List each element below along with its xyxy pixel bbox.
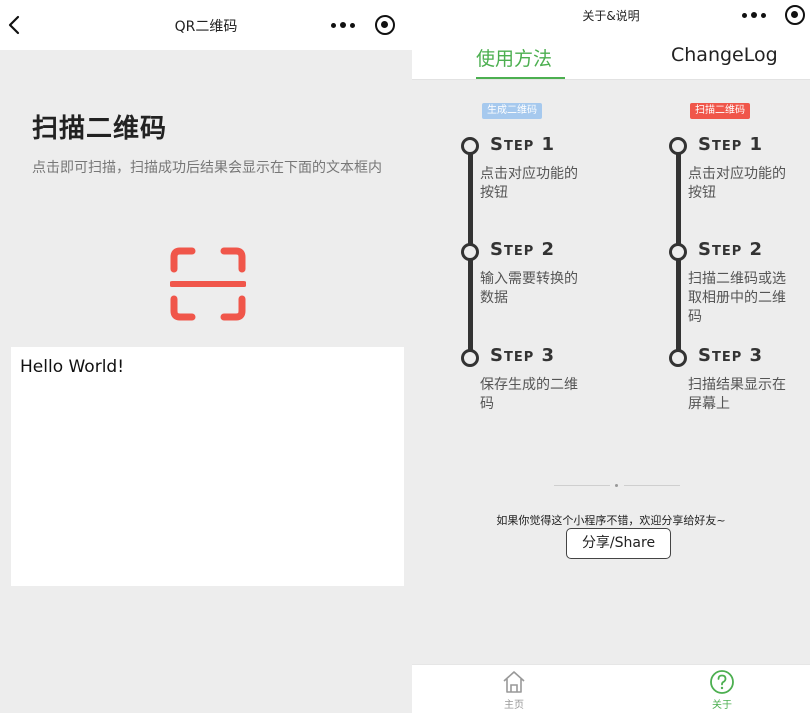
step-dot [669,137,687,155]
home-icon [503,671,525,693]
step-2-text: 输入需要转换的数据 [480,271,578,306]
step-dot [461,349,479,367]
divider-dot [615,484,618,487]
step-1-title: Step 1 [698,134,764,155]
step-3-title: Step 3 [490,345,556,366]
step-1-text: 点击对应功能的按钮 [688,166,786,201]
scan-result-text: Hello World! [20,357,125,377]
navigation-bar: 关于&说明 [412,0,810,34]
step-1-text: 点击对应功能的按钮 [480,166,578,201]
help-icon [710,670,734,694]
step-2-title: Step 2 [490,239,556,260]
scan-qr-badge: 扫描二维码 [690,103,750,119]
close-miniprogram-icon[interactable] [375,15,395,35]
step-dot [669,243,687,261]
step-1-title: Step 1 [490,134,556,155]
scan-heading: 扫描二维码 [32,114,168,144]
share-button[interactable]: 分享/Share [566,528,671,559]
scan-qr-icon[interactable] [170,247,246,321]
scan-page: QR二维码 扫描二维码 点击即可扫描，扫描成功后结果会显示在下面的文本框内 He… [0,0,412,713]
navigation-bar: QR二维码 [0,0,412,50]
tab-changelog[interactable]: ChangeLog [671,44,778,66]
tab-usage[interactable]: 使用方法 [476,44,552,71]
share-hint: 如果你觉得这个小程序不错，欢迎分享给好友~ [496,514,726,527]
screen: QR二维码 扫描二维码 点击即可扫描，扫描成功后结果会显示在下面的文本框内 He… [0,0,810,713]
scan-result-textarea[interactable]: Hello World! [11,347,404,586]
tabbar-label-home: 主页 [504,700,524,711]
active-tab-indicator [476,77,565,79]
step-3-title: Step 3 [698,345,764,366]
step-dot [461,137,479,155]
close-miniprogram-icon[interactable] [785,5,805,25]
step-dot [669,349,687,367]
step-2-title: Step 2 [698,239,764,260]
scan-description: 点击即可扫描，扫描成功后结果会显示在下面的文本框内 [32,160,382,176]
tabbar-item-home[interactable]: 主页 [484,669,544,711]
tabbar-label-about: 关于 [712,700,732,711]
generate-qr-badge: 生成二维码 [482,103,542,119]
more-menu-icon[interactable] [331,21,357,31]
tabbar-item-about[interactable]: 关于 [692,669,752,711]
step-3-text: 保存生成的二维码 [480,377,578,412]
step-2-text: 扫描二维码或选取相册中的二维码 [688,271,786,325]
step-3-text: 扫描结果显示在屏幕上 [688,377,786,412]
divider-left [554,485,610,486]
divider-right [624,485,680,486]
segment-tabs: 使用方法 ChangeLog [412,34,810,80]
about-page: 关于&说明 使用方法 ChangeLog 生成二维码 Step 1 点击对应功能… [412,0,810,713]
more-menu-icon[interactable] [742,11,768,21]
bottom-tab-bar: 主页 关于 [412,664,810,713]
step-dot [461,243,479,261]
